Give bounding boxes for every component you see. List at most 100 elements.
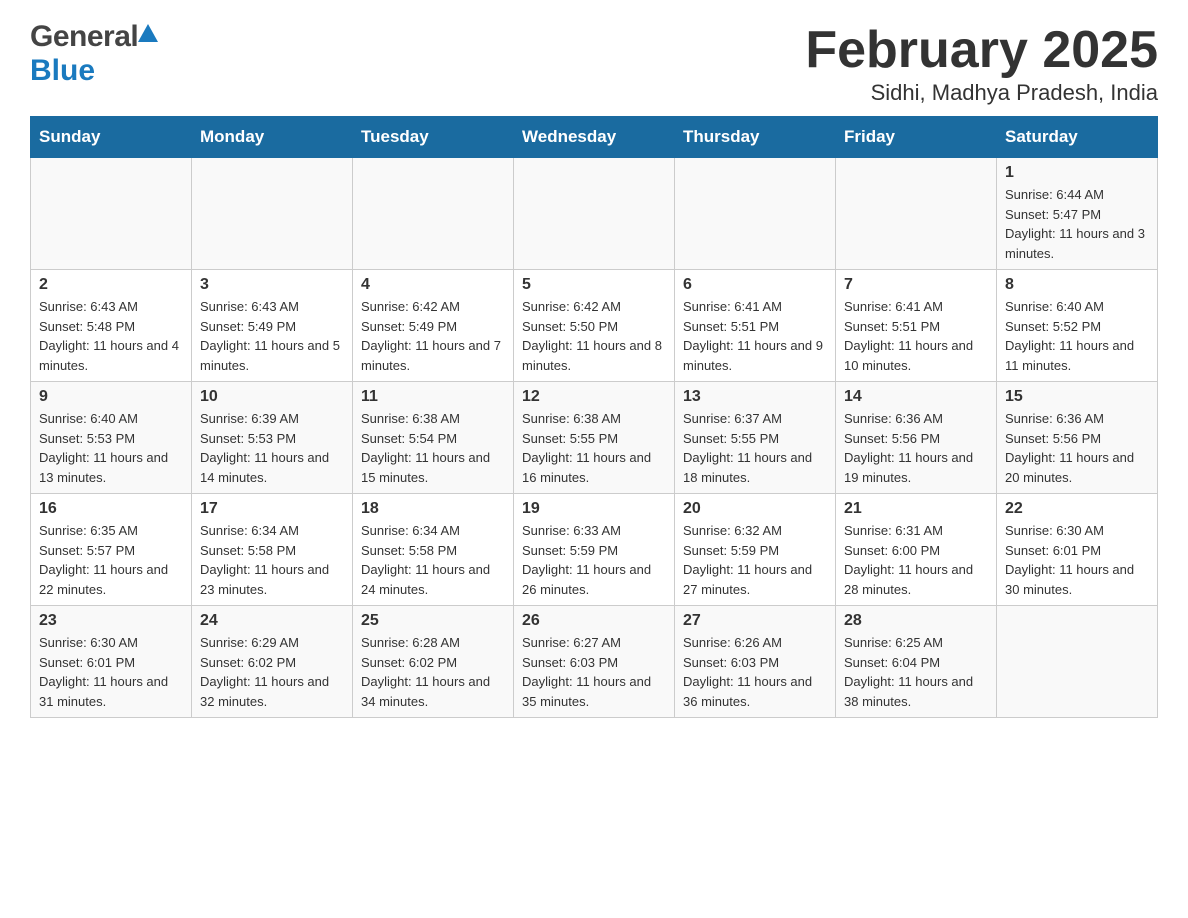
calendar-cell: 27Sunrise: 6:26 AMSunset: 6:03 PMDayligh… (675, 606, 836, 718)
day-number: 9 (39, 388, 183, 406)
calendar-cell: 4 Sunrise: 6:42 AMSunset: 5:49 PMDaylight… (353, 270, 514, 382)
day-number: 23 (39, 612, 183, 630)
day-number: 22 (1005, 500, 1149, 518)
calendar-cell: 2Sunrise: 6:43 AMSunset: 5:48 PMDaylight… (31, 270, 192, 382)
day-number: 12 (522, 388, 666, 406)
calendar-week-row: 16 Sunrise: 6:35 AMSunset: 5:57 PMDayligh… (31, 494, 1158, 606)
calendar-cell: 3 Sunrise: 6:43 AMSunset: 5:49 PMDaylight… (192, 270, 353, 382)
day-number: 25 (361, 612, 505, 630)
day-info: Sunrise: 6:41 AMSunset: 5:51 PMDaylight:… (683, 297, 827, 375)
calendar-header-row: Sunday Monday Tuesday Wednesday Thursday… (31, 117, 1158, 158)
day-info: Sunrise: 6:27 AMSunset: 6:03 PMDaylight:… (522, 633, 666, 711)
calendar-cell (997, 606, 1158, 718)
day-info: Sunrise: 6:41 AMSunset: 5:51 PMDaylight:… (844, 297, 988, 375)
day-info: Sunrise: 6:38 AMSunset: 5:54 PMDaylight:… (361, 409, 505, 487)
day-info: Sunrise: 6:28 AMSunset: 6:02 PMDaylight:… (361, 633, 505, 711)
calendar-cell: 5Sunrise: 6:42 AMSunset: 5:50 PMDaylight… (514, 270, 675, 382)
day-info: Sunrise: 6:33 AMSunset: 5:59 PMDaylight:… (522, 521, 666, 599)
day-info: Sunrise: 6:42 AMSunset: 5:50 PMDaylight:… (522, 297, 666, 375)
logo-triangle-icon (138, 24, 158, 42)
day-info: Sunrise: 6:25 AMSunset: 6:04 PMDaylight:… (844, 633, 988, 711)
day-info: Sunrise: 6:34 AMSunset: 5:58 PMDaylight:… (200, 521, 344, 599)
calendar-cell: 28 Sunrise: 6:25 AMSunset: 6:04 PMDayligh… (836, 606, 997, 718)
day-number: 24 (200, 612, 344, 630)
day-info: Sunrise: 6:37 AMSunset: 5:55 PMDaylight:… (683, 409, 827, 487)
day-number: 28 (844, 612, 988, 630)
calendar-cell: 26 Sunrise: 6:27 AMSunset: 6:03 PMDayligh… (514, 606, 675, 718)
calendar-cell: 23 Sunrise: 6:30 AMSunset: 6:01 PMDayligh… (31, 606, 192, 718)
col-tuesday: Tuesday (353, 117, 514, 158)
col-monday: Monday (192, 117, 353, 158)
col-saturday: Saturday (997, 117, 1158, 158)
page-subtitle: Sidhi, Madhya Pradesh, India (805, 80, 1158, 106)
logo: General Blue (30, 20, 158, 88)
day-info: Sunrise: 6:40 AMSunset: 5:53 PMDaylight:… (39, 409, 183, 487)
calendar-cell: 20 Sunrise: 6:32 AMSunset: 5:59 PMDayligh… (675, 494, 836, 606)
calendar-cell: 10 Sunrise: 6:39 AMSunset: 5:53 PMDayligh… (192, 382, 353, 494)
day-number: 19 (522, 500, 666, 518)
day-number: 18 (361, 500, 505, 518)
calendar-cell (192, 158, 353, 270)
calendar-cell: 1Sunrise: 6:44 AMSunset: 5:47 PMDaylight… (997, 158, 1158, 270)
day-number: 8 (1005, 276, 1149, 294)
logo-blue: Blue (30, 54, 95, 87)
calendar-cell: 11Sunrise: 6:38 AMSunset: 5:54 PMDayligh… (353, 382, 514, 494)
calendar-week-row: 9 Sunrise: 6:40 AMSunset: 5:53 PMDaylight… (31, 382, 1158, 494)
calendar-cell: 13 Sunrise: 6:37 AMSunset: 5:55 PMDayligh… (675, 382, 836, 494)
calendar-week-row: 23 Sunrise: 6:30 AMSunset: 6:01 PMDayligh… (31, 606, 1158, 718)
calendar-cell: 17 Sunrise: 6:34 AMSunset: 5:58 PMDayligh… (192, 494, 353, 606)
calendar-cell: 22 Sunrise: 6:30 AMSunset: 6:01 PMDayligh… (997, 494, 1158, 606)
day-number: 6 (683, 276, 827, 294)
day-number: 10 (200, 388, 344, 406)
day-number: 26 (522, 612, 666, 630)
col-thursday: Thursday (675, 117, 836, 158)
calendar-cell (836, 158, 997, 270)
calendar-cell: 15 Sunrise: 6:36 AMSunset: 5:56 PMDayligh… (997, 382, 1158, 494)
col-sunday: Sunday (31, 117, 192, 158)
day-info: Sunrise: 6:29 AMSunset: 6:02 PMDaylight:… (200, 633, 344, 711)
col-wednesday: Wednesday (514, 117, 675, 158)
calendar-cell (353, 158, 514, 270)
day-number: 15 (1005, 388, 1149, 406)
title-block: February 2025 Sidhi, Madhya Pradesh, Ind… (805, 20, 1158, 106)
day-info: Sunrise: 6:43 AMSunset: 5:49 PMDaylight:… (200, 297, 344, 375)
calendar-cell: 14Sunrise: 6:36 AMSunset: 5:56 PMDayligh… (836, 382, 997, 494)
calendar-week-row: 1Sunrise: 6:44 AMSunset: 5:47 PMDaylight… (31, 158, 1158, 270)
day-number: 4 (361, 276, 505, 294)
calendar-cell: 9 Sunrise: 6:40 AMSunset: 5:53 PMDaylight… (31, 382, 192, 494)
day-number: 2 (39, 276, 183, 294)
day-info: Sunrise: 6:32 AMSunset: 5:59 PMDaylight:… (683, 521, 827, 599)
day-number: 14 (844, 388, 988, 406)
page-header: General Blue February 2025 Sidhi, Madhya… (30, 20, 1158, 106)
calendar-table: Sunday Monday Tuesday Wednesday Thursday… (30, 116, 1158, 718)
day-info: Sunrise: 6:34 AMSunset: 5:58 PMDaylight:… (361, 521, 505, 599)
calendar-cell: 8 Sunrise: 6:40 AMSunset: 5:52 PMDaylight… (997, 270, 1158, 382)
page-title: February 2025 (805, 20, 1158, 80)
day-number: 7 (844, 276, 988, 294)
calendar-cell: 24 Sunrise: 6:29 AMSunset: 6:02 PMDayligh… (192, 606, 353, 718)
day-info: Sunrise: 6:35 AMSunset: 5:57 PMDaylight:… (39, 521, 183, 599)
day-info: Sunrise: 6:40 AMSunset: 5:52 PMDaylight:… (1005, 297, 1149, 375)
calendar-cell: 19 Sunrise: 6:33 AMSunset: 5:59 PMDayligh… (514, 494, 675, 606)
day-number: 3 (200, 276, 344, 294)
logo-general: General (30, 20, 138, 54)
calendar-cell: 7 Sunrise: 6:41 AMSunset: 5:51 PMDaylight… (836, 270, 997, 382)
calendar-cell (675, 158, 836, 270)
calendar-cell: 18 Sunrise: 6:34 AMSunset: 5:58 PMDayligh… (353, 494, 514, 606)
day-info: Sunrise: 6:42 AMSunset: 5:49 PMDaylight:… (361, 297, 505, 375)
day-number: 13 (683, 388, 827, 406)
col-friday: Friday (836, 117, 997, 158)
day-number: 20 (683, 500, 827, 518)
day-info: Sunrise: 6:31 AMSunset: 6:00 PMDaylight:… (844, 521, 988, 599)
day-info: Sunrise: 6:30 AMSunset: 6:01 PMDaylight:… (1005, 521, 1149, 599)
day-number: 21 (844, 500, 988, 518)
day-info: Sunrise: 6:30 AMSunset: 6:01 PMDaylight:… (39, 633, 183, 711)
day-number: 17 (200, 500, 344, 518)
day-info: Sunrise: 6:39 AMSunset: 5:53 PMDaylight:… (200, 409, 344, 487)
day-info: Sunrise: 6:38 AMSunset: 5:55 PMDaylight:… (522, 409, 666, 487)
day-number: 16 (39, 500, 183, 518)
calendar-cell: 16 Sunrise: 6:35 AMSunset: 5:57 PMDayligh… (31, 494, 192, 606)
day-info: Sunrise: 6:36 AMSunset: 5:56 PMDaylight:… (1005, 409, 1149, 487)
day-number: 1 (1005, 164, 1149, 182)
calendar-cell: 21 Sunrise: 6:31 AMSunset: 6:00 PMDayligh… (836, 494, 997, 606)
